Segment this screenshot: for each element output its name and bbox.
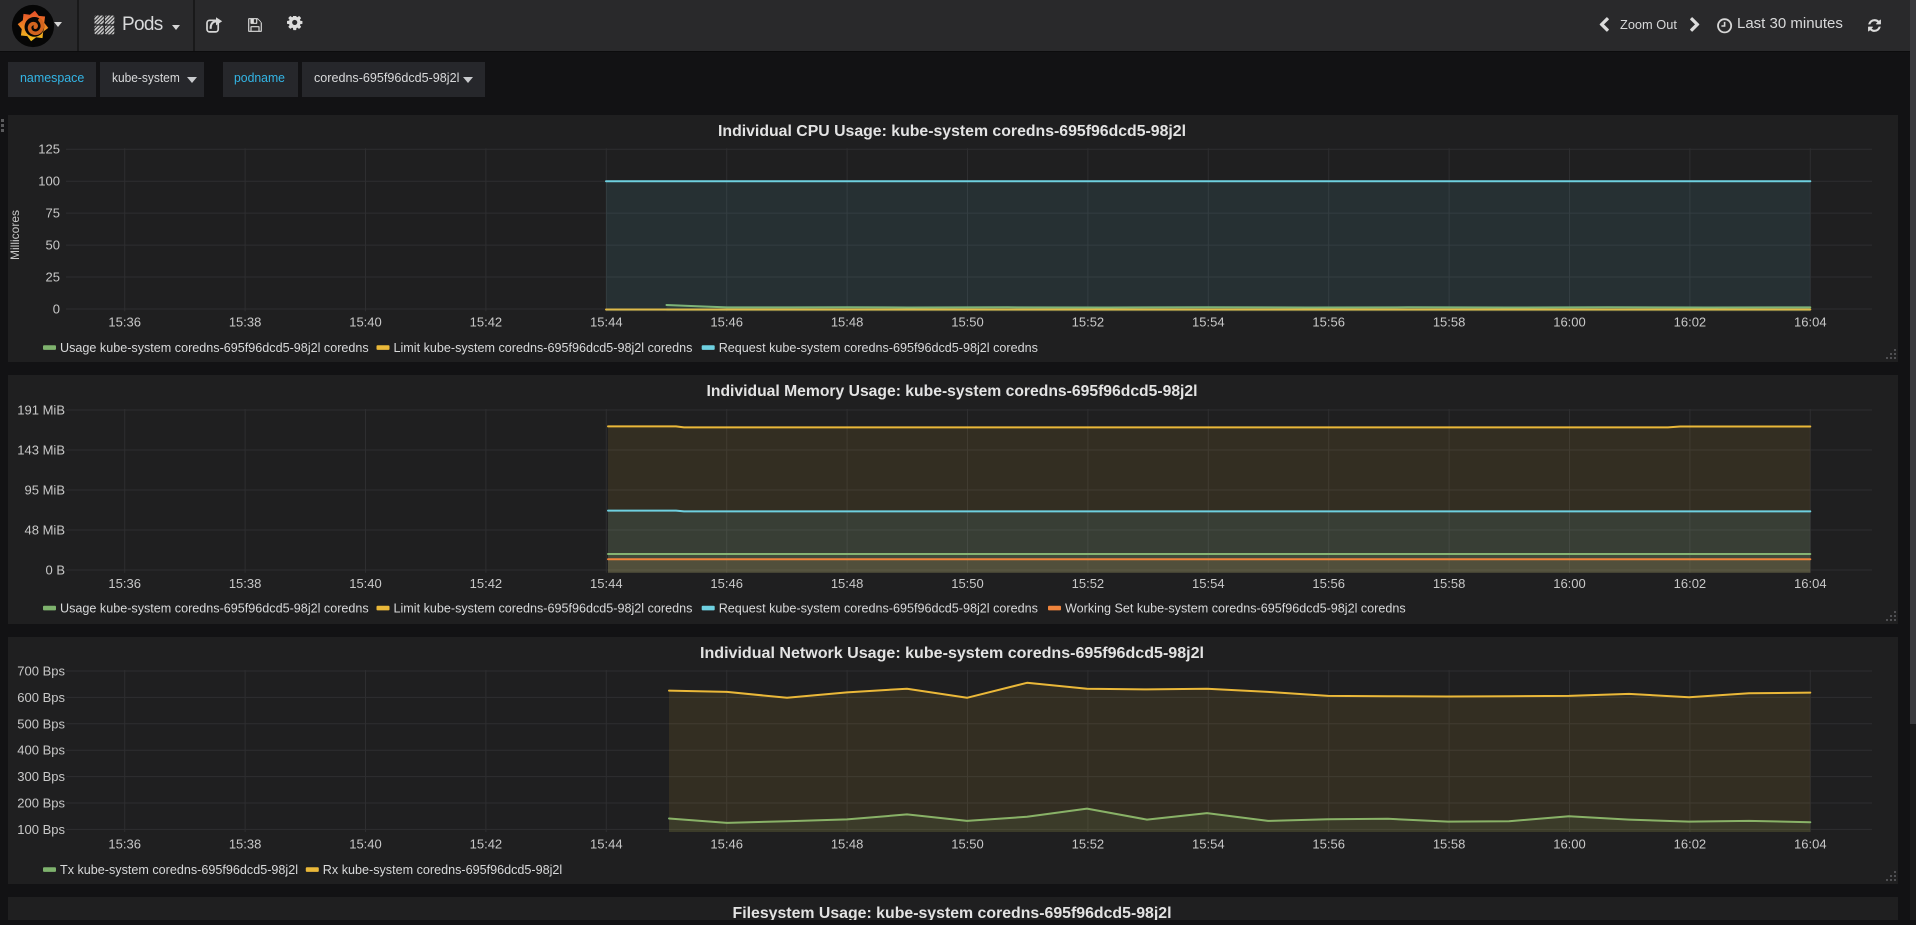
- svg-text:15:44: 15:44: [590, 576, 623, 591]
- svg-text:15:46: 15:46: [710, 837, 743, 852]
- svg-text:16:04: 16:04: [1794, 576, 1827, 591]
- svg-text:15:56: 15:56: [1312, 576, 1345, 591]
- svg-text:15:38: 15:38: [229, 837, 262, 852]
- svg-text:15:56: 15:56: [1312, 315, 1345, 330]
- svg-text:15:58: 15:58: [1433, 837, 1466, 852]
- svg-text:Working Set kube-system coredn: Working Set kube-system coredns-695f96dc…: [1065, 602, 1406, 616]
- svg-text:50: 50: [46, 238, 60, 253]
- svg-text:100 Bps: 100 Bps: [17, 822, 65, 837]
- svg-text:Individual Memory Usage: kube-: Individual Memory Usage: kube-system cor…: [707, 383, 1198, 400]
- svg-text:Millicores: Millicores: [8, 210, 22, 260]
- svg-text:Limit kube-system coredns-695f: Limit kube-system coredns-695f96dcd5-98j…: [394, 341, 693, 355]
- svg-text:15:52: 15:52: [1072, 315, 1105, 330]
- svg-text:15:40: 15:40: [349, 315, 382, 330]
- svg-text:15:56: 15:56: [1312, 837, 1345, 852]
- svg-text:15:42: 15:42: [470, 576, 503, 591]
- svg-text:15:48: 15:48: [831, 837, 864, 852]
- svg-text:15:48: 15:48: [831, 576, 864, 591]
- svg-text:16:04: 16:04: [1794, 315, 1827, 330]
- svg-text:300 Bps: 300 Bps: [17, 769, 65, 784]
- svg-text:15:54: 15:54: [1192, 837, 1225, 852]
- svg-text:Tx kube-system coredns-695f96d: Tx kube-system coredns-695f96dcd5-98j2l: [60, 863, 298, 877]
- svg-text:15:46: 15:46: [710, 315, 743, 330]
- svg-text:16:04: 16:04: [1794, 837, 1827, 852]
- svg-text:75: 75: [46, 206, 60, 221]
- svg-text:125: 125: [38, 142, 60, 157]
- svg-text:600 Bps: 600 Bps: [17, 690, 65, 705]
- svg-text:Usage kube-system coredns-695f: Usage kube-system coredns-695f96dcd5-98j…: [60, 341, 369, 355]
- svg-text:16:00: 16:00: [1553, 576, 1586, 591]
- svg-text:Limit kube-system coredns-695f: Limit kube-system coredns-695f96dcd5-98j…: [394, 602, 693, 616]
- svg-text:15:52: 15:52: [1072, 837, 1105, 852]
- svg-text:15:36: 15:36: [108, 837, 141, 852]
- svg-text:143 MiB: 143 MiB: [17, 443, 65, 458]
- svg-text:15:48: 15:48: [831, 315, 864, 330]
- svg-text:15:54: 15:54: [1192, 315, 1225, 330]
- svg-text:15:44: 15:44: [590, 315, 623, 330]
- svg-text:15:50: 15:50: [951, 315, 984, 330]
- svg-text:15:40: 15:40: [349, 576, 382, 591]
- svg-text:Request kube-system coredns-69: Request kube-system coredns-695f96dcd5-9…: [719, 602, 1038, 616]
- svg-text:15:54: 15:54: [1192, 576, 1225, 591]
- svg-text:15:46: 15:46: [710, 576, 743, 591]
- svg-text:95 MiB: 95 MiB: [25, 483, 65, 498]
- svg-text:15:44: 15:44: [590, 837, 623, 852]
- svg-text:200 Bps: 200 Bps: [17, 796, 65, 811]
- svg-text:16:02: 16:02: [1674, 576, 1707, 591]
- svg-text:16:02: 16:02: [1674, 837, 1707, 852]
- svg-text:Usage kube-system coredns-695f: Usage kube-system coredns-695f96dcd5-98j…: [60, 602, 369, 616]
- svg-text:16:00: 16:00: [1553, 315, 1586, 330]
- svg-text:15:42: 15:42: [470, 315, 503, 330]
- svg-text:700 Bps: 700 Bps: [17, 664, 65, 679]
- svg-text:15:50: 15:50: [951, 576, 984, 591]
- svg-text:15:38: 15:38: [229, 315, 262, 330]
- svg-text:Filesystem Usage: kube-system: Filesystem Usage: kube-system coredns-69…: [733, 905, 1172, 920]
- svg-text:Rx kube-system coredns-695f96d: Rx kube-system coredns-695f96dcd5-98j2l: [323, 863, 562, 877]
- svg-text:Request kube-system coredns-69: Request kube-system coredns-695f96dcd5-9…: [719, 341, 1038, 355]
- svg-text:15:38: 15:38: [229, 576, 262, 591]
- svg-text:15:52: 15:52: [1072, 576, 1105, 591]
- svg-text:25: 25: [46, 270, 60, 285]
- svg-text:48 MiB: 48 MiB: [25, 523, 65, 538]
- svg-text:400 Bps: 400 Bps: [17, 743, 65, 758]
- svg-text:15:36: 15:36: [108, 315, 141, 330]
- svg-text:15:58: 15:58: [1433, 315, 1466, 330]
- svg-text:Individual CPU Usage: kube-sys: Individual CPU Usage: kube-system coredn…: [718, 123, 1186, 140]
- svg-text:15:50: 15:50: [951, 837, 984, 852]
- svg-text:0 B: 0 B: [45, 563, 65, 578]
- svg-text:15:58: 15:58: [1433, 576, 1466, 591]
- svg-text:16:02: 16:02: [1674, 315, 1707, 330]
- svg-text:15:36: 15:36: [108, 576, 141, 591]
- svg-text:500 Bps: 500 Bps: [17, 716, 65, 731]
- svg-text:0: 0: [53, 302, 60, 317]
- svg-text:191 MiB: 191 MiB: [17, 403, 65, 418]
- svg-text:15:42: 15:42: [470, 837, 503, 852]
- svg-text:16:00: 16:00: [1553, 837, 1586, 852]
- svg-text:100: 100: [38, 174, 60, 189]
- svg-text:15:40: 15:40: [349, 837, 382, 852]
- svg-text:Individual Network Usage: kube: Individual Network Usage: kube-system co…: [700, 645, 1204, 662]
